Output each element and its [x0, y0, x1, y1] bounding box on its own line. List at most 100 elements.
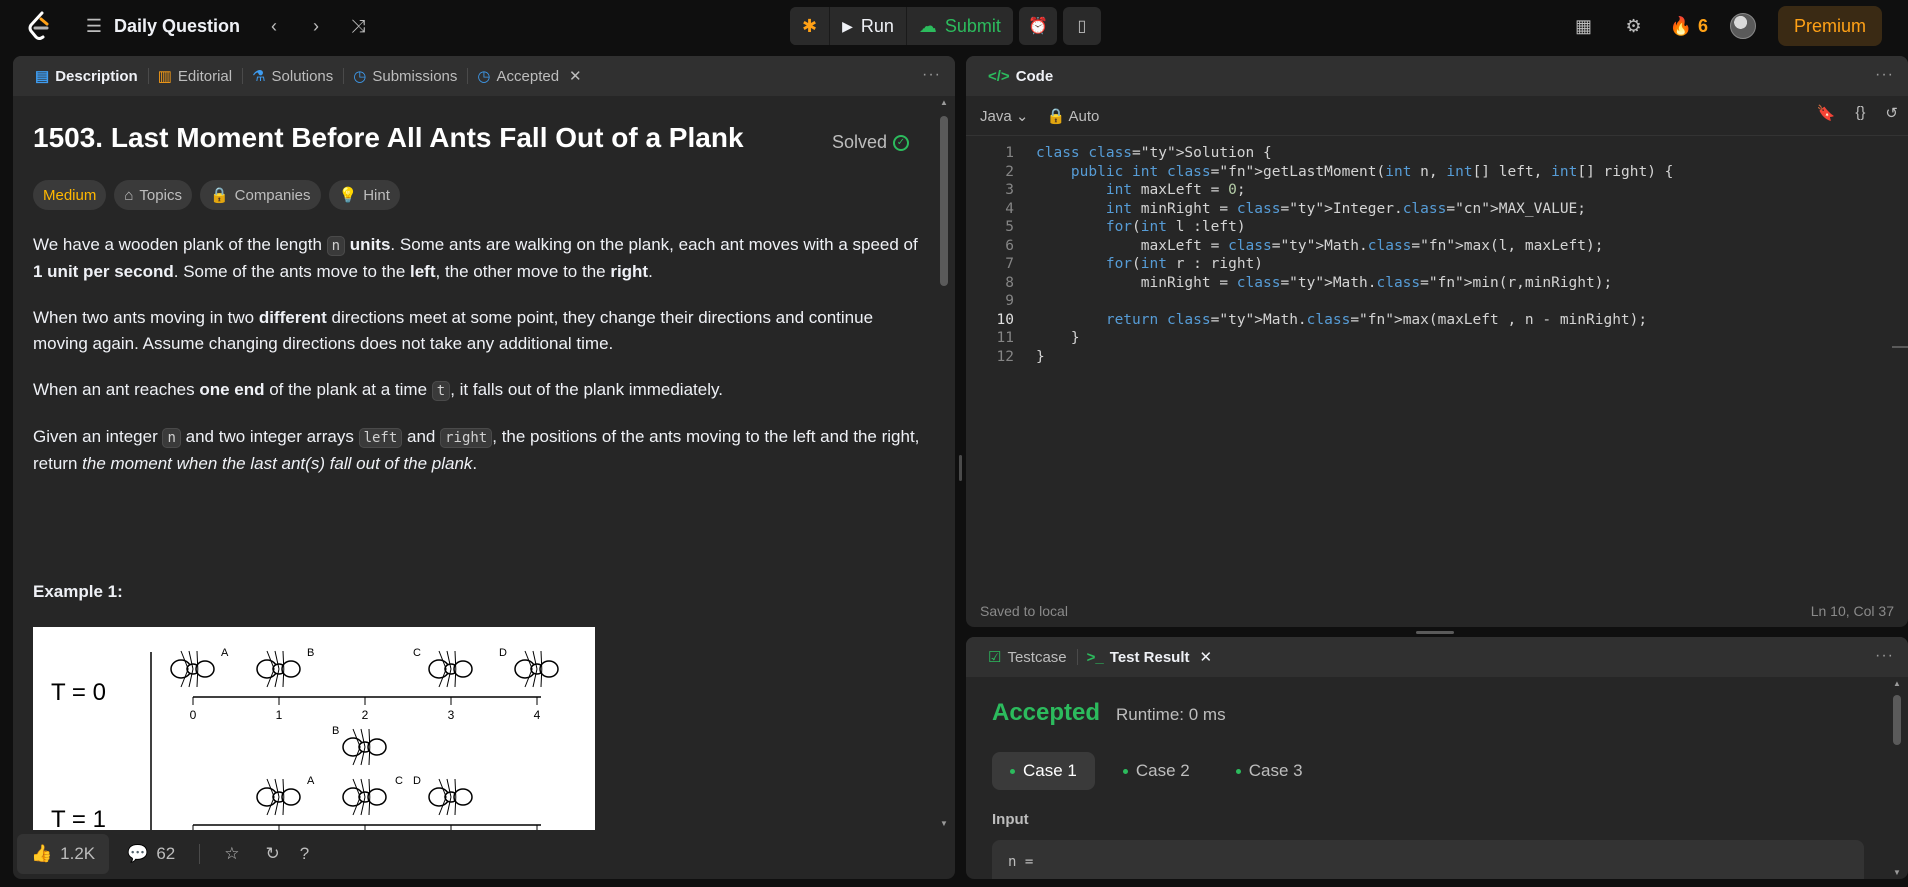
vertical-resize-handle[interactable] [959, 455, 962, 481]
pass-dot [1122, 768, 1128, 774]
share-button[interactable]: ↻ [258, 834, 288, 874]
ant-label: A [307, 775, 315, 787]
problem-list-icon[interactable]: ☰ [80, 12, 108, 40]
tab-testcase[interactable]: ☑ Testcase [978, 637, 1077, 677]
shuffle-icon[interactable]: ⤨ [344, 12, 372, 40]
run-button[interactable]: ▶ Run [830, 7, 907, 45]
more-options-icon[interactable]: ··· [1875, 66, 1894, 84]
case-tab-2[interactable]: Case 2 [1105, 752, 1208, 790]
ant-label: B [332, 725, 339, 737]
flame-icon: 🔥 [1669, 15, 1692, 36]
scrollbar-thumb[interactable] [1893, 695, 1901, 745]
ant: A [170, 647, 229, 688]
tab-label: Testcase [1007, 648, 1067, 666]
more-options-icon[interactable]: ··· [1875, 647, 1894, 665]
tab-code[interactable]: </> Code [978, 56, 1063, 96]
test-result-panel: ☑ Testcase >_ Test Result ✕ ··· Accepted… [966, 637, 1908, 879]
alarm-icon: ⏰ [1027, 18, 1048, 35]
timer-button[interactable]: ⏰ [1018, 7, 1057, 45]
submit-button[interactable]: ☁ Submit [906, 7, 1013, 45]
tick-label: 0 [190, 708, 197, 722]
example-title: Example 1: [33, 582, 123, 601]
history-icon: ◷ [353, 68, 367, 85]
favorite-button[interactable]: ☆ [210, 834, 253, 874]
input-label: Input [992, 811, 1029, 828]
case-tab-3[interactable]: Case 3 [1218, 752, 1321, 790]
bookmark-icon[interactable]: 🔖 [1817, 104, 1836, 122]
difficulty-chip: Medium [33, 180, 107, 210]
solved-badge: Solved ✓ [832, 132, 909, 153]
format-braces-icon[interactable]: {} [1855, 104, 1865, 122]
tab-accepted[interactable]: ◷ Accepted ✕ [467, 56, 591, 96]
chevron-right-icon[interactable]: › [302, 12, 330, 40]
tab-label: Code [1015, 67, 1054, 85]
runtime-text: Runtime: 0 ms [1116, 705, 1226, 724]
tick-label: 1 [276, 708, 283, 722]
code-editor[interactable]: 1 class class="ty">Solution {2 public int… [966, 136, 1908, 576]
tab-solutions[interactable]: ⚗ Solutions [242, 56, 343, 96]
pass-dot [1010, 768, 1015, 774]
close-icon[interactable]: ✕ [1200, 648, 1213, 666]
code-tools-right: 🔖 {} ↺ [1817, 104, 1898, 122]
topics-chip[interactable]: ⌂ Topics [114, 180, 192, 210]
result-tabs: ☑ Testcase >_ Test Result ✕ ··· [966, 637, 1908, 677]
check-circle-icon: ✓ [893, 134, 909, 151]
premium-button[interactable]: Premium [1777, 6, 1882, 46]
problem-tags: Medium ⌂ Topics 🔒 Companies 💡 Hint [33, 180, 400, 210]
tab-test-result[interactable]: >_ Test Result ✕ [1076, 637, 1222, 677]
description-scrollbar[interactable]: ▲ ▼ [937, 96, 951, 830]
scrollbar-thumb[interactable] [940, 116, 948, 286]
gear-icon[interactable]: ⚙ [1620, 12, 1648, 40]
lock-icon: 🔒 [209, 187, 229, 204]
help-button[interactable]: ? [292, 834, 317, 874]
autocomplete-mode[interactable]: 🔒 Auto [1046, 107, 1099, 125]
like-button[interactable]: 👍 1.2K [17, 834, 110, 874]
case-label: Case 2 [1135, 761, 1190, 780]
paragraph-4: Given an integer n and two integer array… [33, 427, 920, 473]
streak-counter[interactable]: 🔥 6 [1670, 16, 1708, 37]
language-select[interactable]: Java ⌄ [980, 107, 1028, 125]
example-diagram: T = 0 T = 1 0 1 2 3 40 1 2 3 4 A B C DBA C DB C [33, 627, 595, 830]
ant-label: A [221, 647, 229, 659]
thumbs-up-icon: 👍 [31, 844, 53, 863]
paragraph-1: We have a wooden plank of the length n u… [33, 235, 918, 281]
chevron-left-icon[interactable]: ‹ [260, 12, 288, 40]
horizontal-resize-handle[interactable] [1416, 631, 1454, 634]
pass-dot [1235, 768, 1241, 774]
debug-icon: ✱ [802, 15, 818, 36]
layout-icon[interactable]: ▦ [1570, 12, 1598, 40]
case-label: Case 3 [1248, 761, 1303, 780]
close-icon[interactable]: ✕ [569, 67, 582, 85]
streak-count: 6 [1697, 15, 1708, 36]
ant: B [256, 647, 314, 688]
companies-chip[interactable]: 🔒 Companies [199, 180, 321, 210]
case-tab-1[interactable]: Case 1 [992, 752, 1095, 790]
hint-chip[interactable]: 💡 Hint [328, 180, 400, 210]
history-icon: ◷ [477, 68, 491, 85]
top-bar: ☰ Daily Question ‹ › ⤨ ✱ ▶ Run ☁ Submit … [0, 0, 1908, 52]
question-icon: ? [299, 844, 310, 863]
like-count: 1.2K [60, 844, 96, 863]
comments-button[interactable]: 💬 62 [113, 834, 189, 874]
tab-label: Test Result [1109, 648, 1190, 666]
mode-label: Auto [1068, 107, 1100, 125]
tick-label: 4 [534, 708, 541, 722]
leetcode-logo-icon[interactable] [26, 11, 52, 41]
input-value: n = [992, 840, 1864, 879]
tab-submissions[interactable]: ◷ Submissions [343, 56, 467, 96]
result-scrollbar[interactable]: ▲ ▼ [1890, 677, 1904, 879]
avatar[interactable] [1729, 13, 1756, 39]
reset-icon[interactable]: ↺ [1885, 104, 1898, 122]
daily-question-title[interactable]: Daily Question [114, 16, 240, 37]
notes-button[interactable]: ▯ [1062, 7, 1101, 45]
debug-button[interactable]: ✱ [790, 7, 831, 45]
result-status: Accepted [992, 699, 1101, 726]
more-options-icon[interactable]: ··· [922, 66, 941, 84]
star-icon: ☆ [224, 844, 240, 863]
comment-count: 62 [156, 844, 176, 863]
problem-title[interactable]: 1503. Last Moment Before All Ants Fall O… [33, 122, 744, 154]
ant-label: D [499, 647, 507, 659]
tab-editorial[interactable]: ▥ Editorial [147, 56, 242, 96]
lightbulb-icon: 💡 [338, 187, 358, 204]
tab-description[interactable]: ▤ Description [25, 56, 148, 96]
